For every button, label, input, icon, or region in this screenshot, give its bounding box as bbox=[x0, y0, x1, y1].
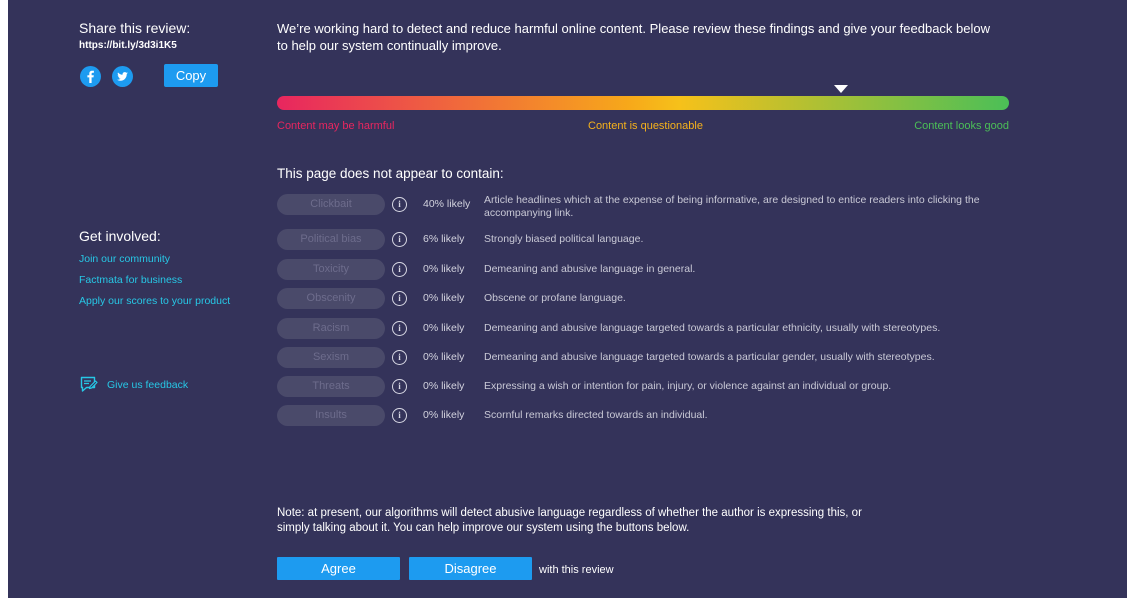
join-community-link[interactable]: Join our community bbox=[79, 253, 170, 265]
copy-button[interactable]: Copy bbox=[164, 64, 218, 87]
category-description: Demeaning and abusive language targeted … bbox=[484, 322, 941, 334]
share-url[interactable]: https://bit.ly/3d3i1K5 bbox=[79, 40, 177, 51]
facebook-icon[interactable] bbox=[80, 66, 101, 87]
give-feedback-link[interactable]: Give us feedback bbox=[79, 375, 188, 395]
apply-scores-link[interactable]: Apply our scores to your product bbox=[79, 295, 230, 307]
scale-label-questionable: Content is questionable bbox=[588, 120, 703, 132]
category-row: Toxicity i 0% likely Demeaning and abusi… bbox=[277, 259, 1017, 281]
category-row: Obscenity i 0% likely Obscene or profane… bbox=[277, 288, 1017, 310]
share-title: Share this review: bbox=[79, 20, 191, 36]
score-marker bbox=[833, 85, 848, 93]
info-icon[interactable]: i bbox=[392, 232, 407, 247]
info-icon[interactable]: i bbox=[392, 197, 407, 212]
info-icon[interactable]: i bbox=[392, 321, 407, 336]
category-row: Racism i 0% likely Demeaning and abusive… bbox=[277, 318, 1017, 340]
likelihood: 0% likely bbox=[423, 292, 465, 304]
category-row: Clickbait i 40% likely Article headlines… bbox=[277, 194, 1017, 219]
category-row: Sexism i 0% likely Demeaning and abusive… bbox=[277, 347, 1017, 369]
review-panel: Share this review: https://bit.ly/3d3i1K… bbox=[8, 0, 1127, 598]
category-pill-obscenity: Obscenity bbox=[277, 288, 385, 309]
category-pill-toxicity: Toxicity bbox=[277, 259, 385, 280]
category-description: Expressing a wish or intention for pain,… bbox=[484, 380, 892, 392]
likelihood: 40% likely bbox=[423, 198, 471, 210]
intro-text: We’re working hard to detect and reduce … bbox=[277, 21, 991, 53]
category-pill-sexism: Sexism bbox=[277, 347, 385, 368]
info-icon[interactable]: i bbox=[392, 379, 407, 394]
category-pill-threats: Threats bbox=[277, 376, 385, 397]
info-icon[interactable]: i bbox=[392, 350, 407, 365]
scale-label-harmful: Content may be harmful bbox=[277, 120, 395, 132]
category-row: Insults i 0% likely Scornful remarks dir… bbox=[277, 405, 1017, 427]
category-row: Threats i 0% likely Expressing a wish or… bbox=[277, 376, 1017, 398]
info-icon[interactable]: i bbox=[392, 262, 407, 277]
category-description: Strongly biased political language. bbox=[484, 233, 644, 245]
feedback-label: Give us feedback bbox=[107, 379, 189, 391]
category-description: Scornful remarks directed towards an ind… bbox=[484, 409, 708, 421]
category-description: Demeaning and abusive language targeted … bbox=[484, 351, 935, 363]
category-description: Obscene or profane language. bbox=[484, 292, 626, 304]
likelihood: 6% likely bbox=[423, 233, 465, 245]
likelihood: 0% likely bbox=[423, 409, 465, 421]
with-review-text: with this review bbox=[539, 564, 614, 576]
info-icon[interactable]: i bbox=[392, 408, 407, 423]
category-pill-racism: Racism bbox=[277, 318, 385, 339]
twitter-icon[interactable] bbox=[112, 66, 133, 87]
category-pill-political-bias: Political bias bbox=[277, 229, 385, 250]
agree-button[interactable]: Agree bbox=[277, 557, 400, 580]
contains-title: This page does not appear to contain: bbox=[277, 166, 504, 181]
likelihood: 0% likely bbox=[423, 351, 465, 363]
get-involved-title: Get involved: bbox=[79, 228, 161, 244]
likelihood: 0% likely bbox=[423, 322, 465, 334]
feedback-icon bbox=[80, 376, 98, 392]
likelihood: 0% likely bbox=[423, 263, 465, 275]
factmata-business-link[interactable]: Factmata for business bbox=[79, 274, 182, 286]
disagree-button[interactable]: Disagree bbox=[409, 557, 532, 580]
category-pill-insults: Insults bbox=[277, 405, 385, 426]
category-pill-clickbait: Clickbait bbox=[277, 194, 385, 215]
category-row: Political bias i 6% likely Strongly bias… bbox=[277, 229, 1017, 251]
info-icon[interactable]: i bbox=[392, 291, 407, 306]
category-description: Article headlines which at the expense o… bbox=[484, 194, 980, 219]
scale-label-good: Content looks good bbox=[914, 120, 1009, 132]
likelihood: 0% likely bbox=[423, 380, 465, 392]
score-scale-bar bbox=[277, 96, 1009, 110]
category-description: Demeaning and abusive language in genera… bbox=[484, 263, 696, 275]
note-text: Note: at present, our algorithms will de… bbox=[277, 507, 862, 534]
